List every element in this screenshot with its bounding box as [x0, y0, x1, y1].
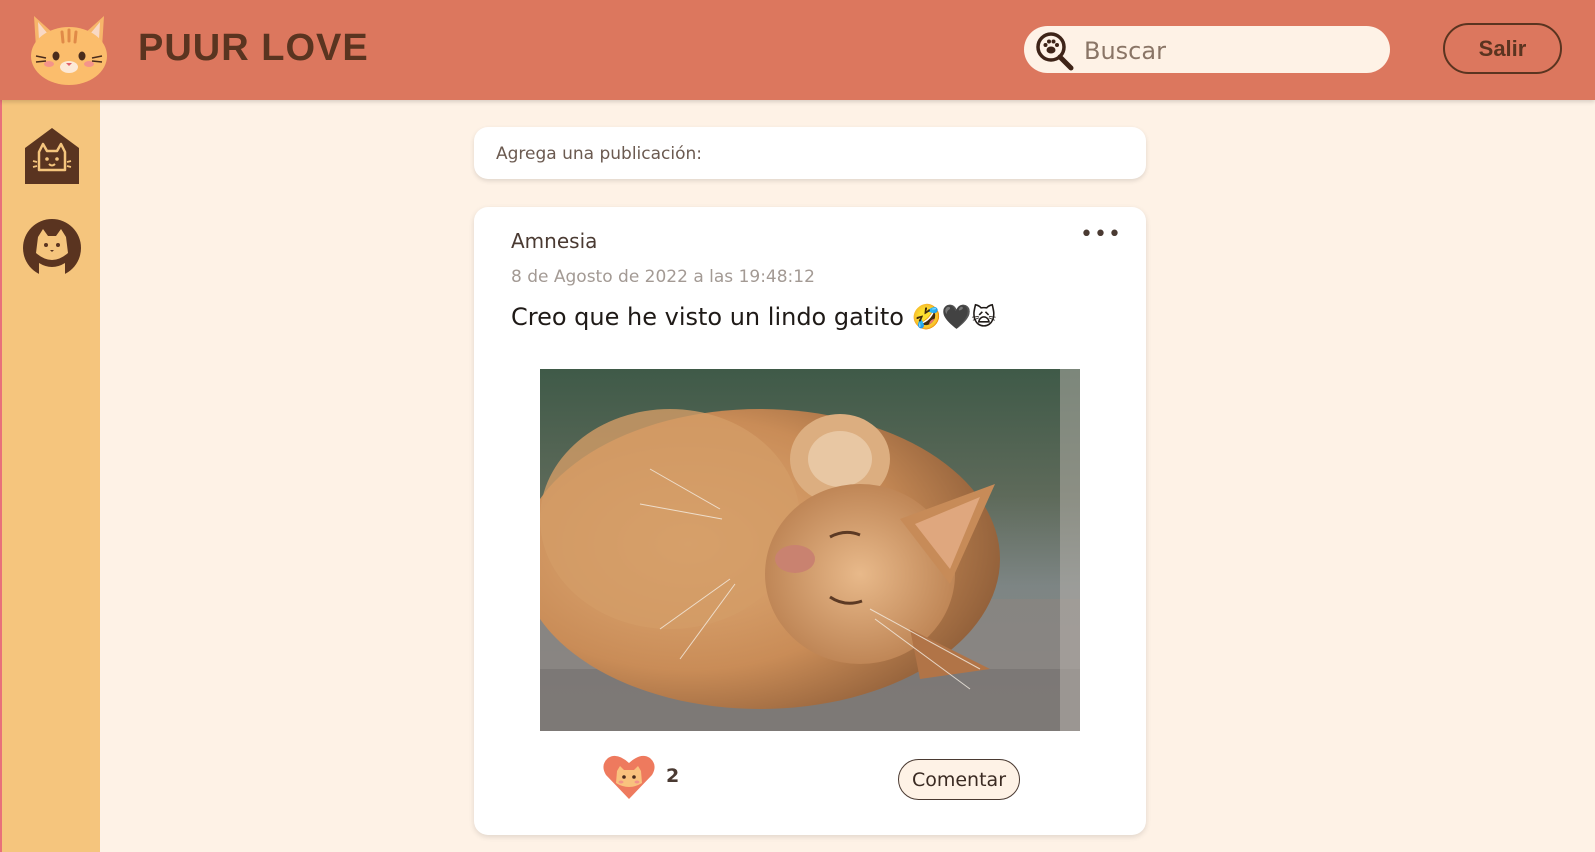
- brand-title: PUUR LOVE: [138, 27, 369, 69]
- post-photo-sleeping-cat: [540, 369, 1080, 731]
- cat-house-icon[interactable]: [23, 126, 81, 186]
- search-input[interactable]: [1082, 26, 1376, 75]
- like-count: 2: [666, 765, 680, 787]
- sidebar: [0, 100, 100, 852]
- cat-profile-icon[interactable]: [21, 219, 83, 277]
- post-text: Creo que he visto un lindo gatito 🤣🖤🙀: [511, 303, 997, 331]
- post-timestamp: 8 de Agosto de 2022 a las 19:48:12: [511, 267, 815, 287]
- logout-button[interactable]: Salir: [1443, 23, 1562, 74]
- heart-cat-like-icon[interactable]: [602, 753, 656, 801]
- search-bar[interactable]: [1024, 26, 1390, 75]
- post-card: Amnesia ••• 8 de Agosto de 2022 a las 19…: [474, 207, 1146, 835]
- post-author[interactable]: Amnesia: [511, 229, 597, 253]
- comment-button[interactable]: Comentar: [898, 759, 1020, 800]
- new-post-input[interactable]: [494, 127, 1130, 181]
- more-options-button[interactable]: •••: [1080, 224, 1121, 249]
- new-post-composer: [474, 127, 1146, 181]
- paw-search-icon: [1036, 32, 1074, 71]
- top-header: PUUR LOVE Salir: [0, 0, 1595, 100]
- cat-face-logo-icon[interactable]: [28, 12, 110, 86]
